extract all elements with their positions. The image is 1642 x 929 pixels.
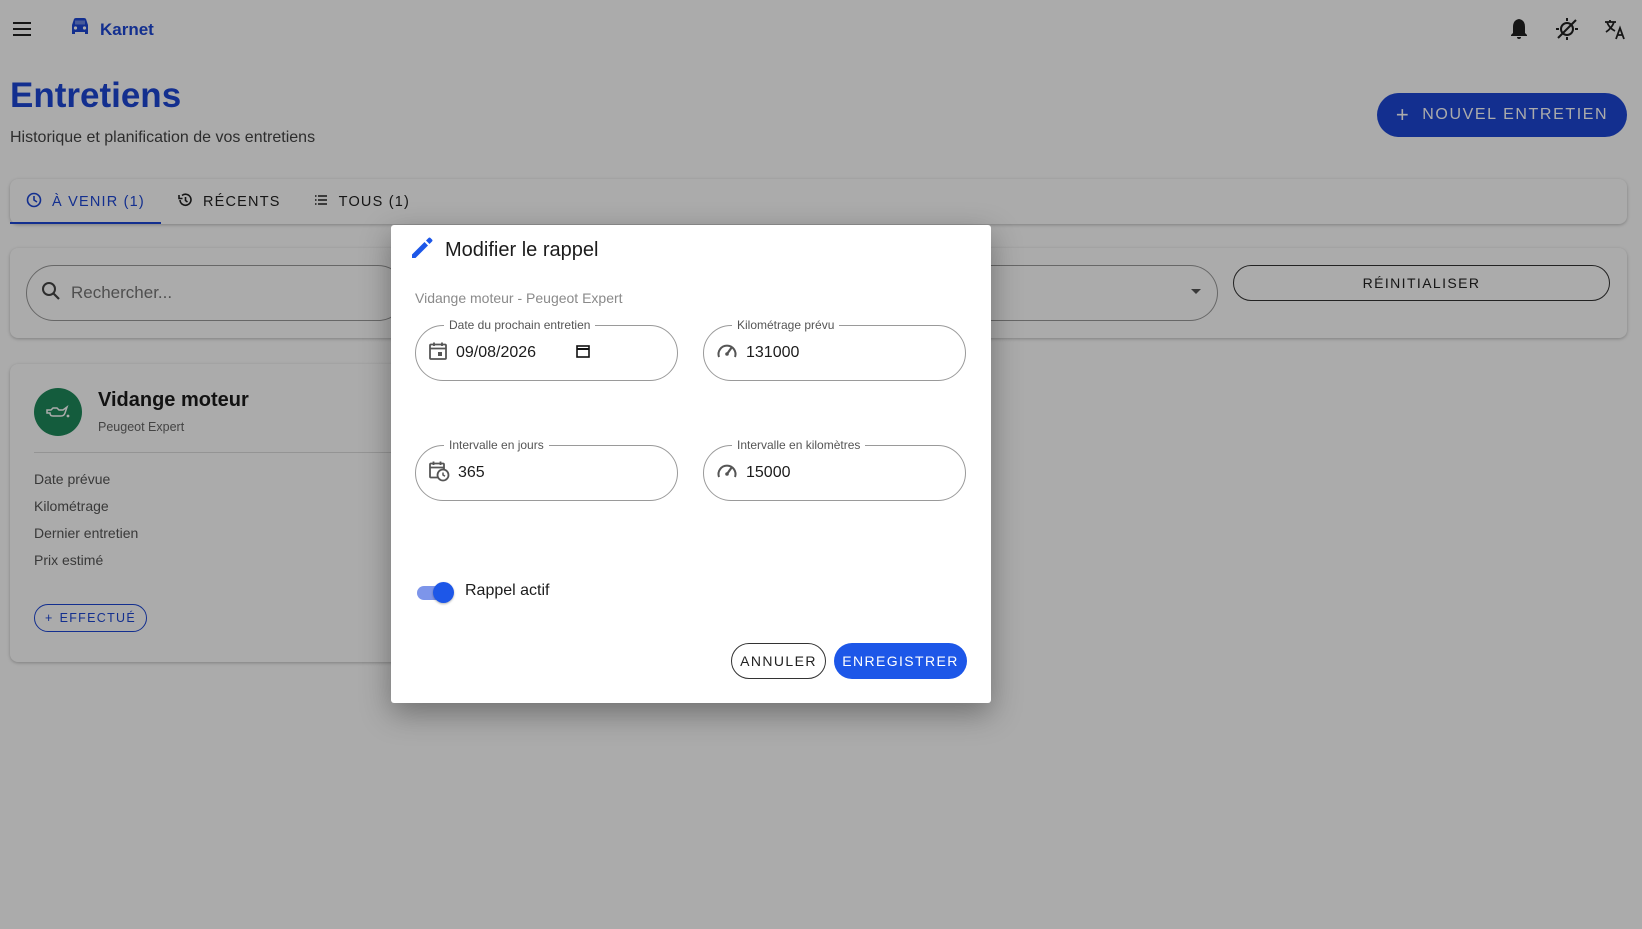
interval-days-field[interactable]: Intervalle en jours 365: [415, 438, 678, 501]
planned-km-label: Kilométrage prévu: [732, 318, 840, 332]
cancel-button[interactable]: ANNULER: [731, 643, 826, 679]
switch-thumb: [433, 582, 454, 603]
planned-km-value: 131000: [746, 344, 800, 361]
interval-km-value: 15000: [746, 464, 791, 481]
interval-days-label: Intervalle en jours: [444, 438, 549, 452]
planned-km-field[interactable]: Kilométrage prévu 131000: [703, 318, 966, 381]
pencil-icon: [409, 235, 435, 266]
calendar-icon: [428, 341, 448, 366]
dialog-context: Vidange moteur - Peugeot Expert: [415, 290, 623, 306]
reminder-active-label: Rappel actif: [465, 582, 550, 599]
date-picker-icon[interactable]: [576, 344, 590, 363]
next-date-label: Date du prochain entretien: [444, 318, 596, 332]
interval-days-value: 365: [458, 464, 485, 481]
edit-reminder-dialog: Modifier le rappel Vidange moteur - Peug…: [391, 225, 991, 703]
save-button[interactable]: ENREGISTRER: [834, 643, 967, 679]
next-date-value: 09/08/2026: [456, 344, 537, 361]
calendar-clock-icon: [428, 460, 450, 487]
interval-km-label: Intervalle en kilomètres: [732, 438, 866, 452]
dialog-title: Modifier le rappel: [445, 239, 599, 261]
speedometer-icon: [716, 341, 738, 366]
next-date-field[interactable]: Date du prochain entretien 09/08/2026: [415, 318, 678, 381]
speedometer-icon: [716, 461, 738, 486]
interval-km-field[interactable]: Intervalle en kilomètres 15000: [703, 438, 966, 501]
reminder-active-switch[interactable]: [417, 581, 454, 603]
